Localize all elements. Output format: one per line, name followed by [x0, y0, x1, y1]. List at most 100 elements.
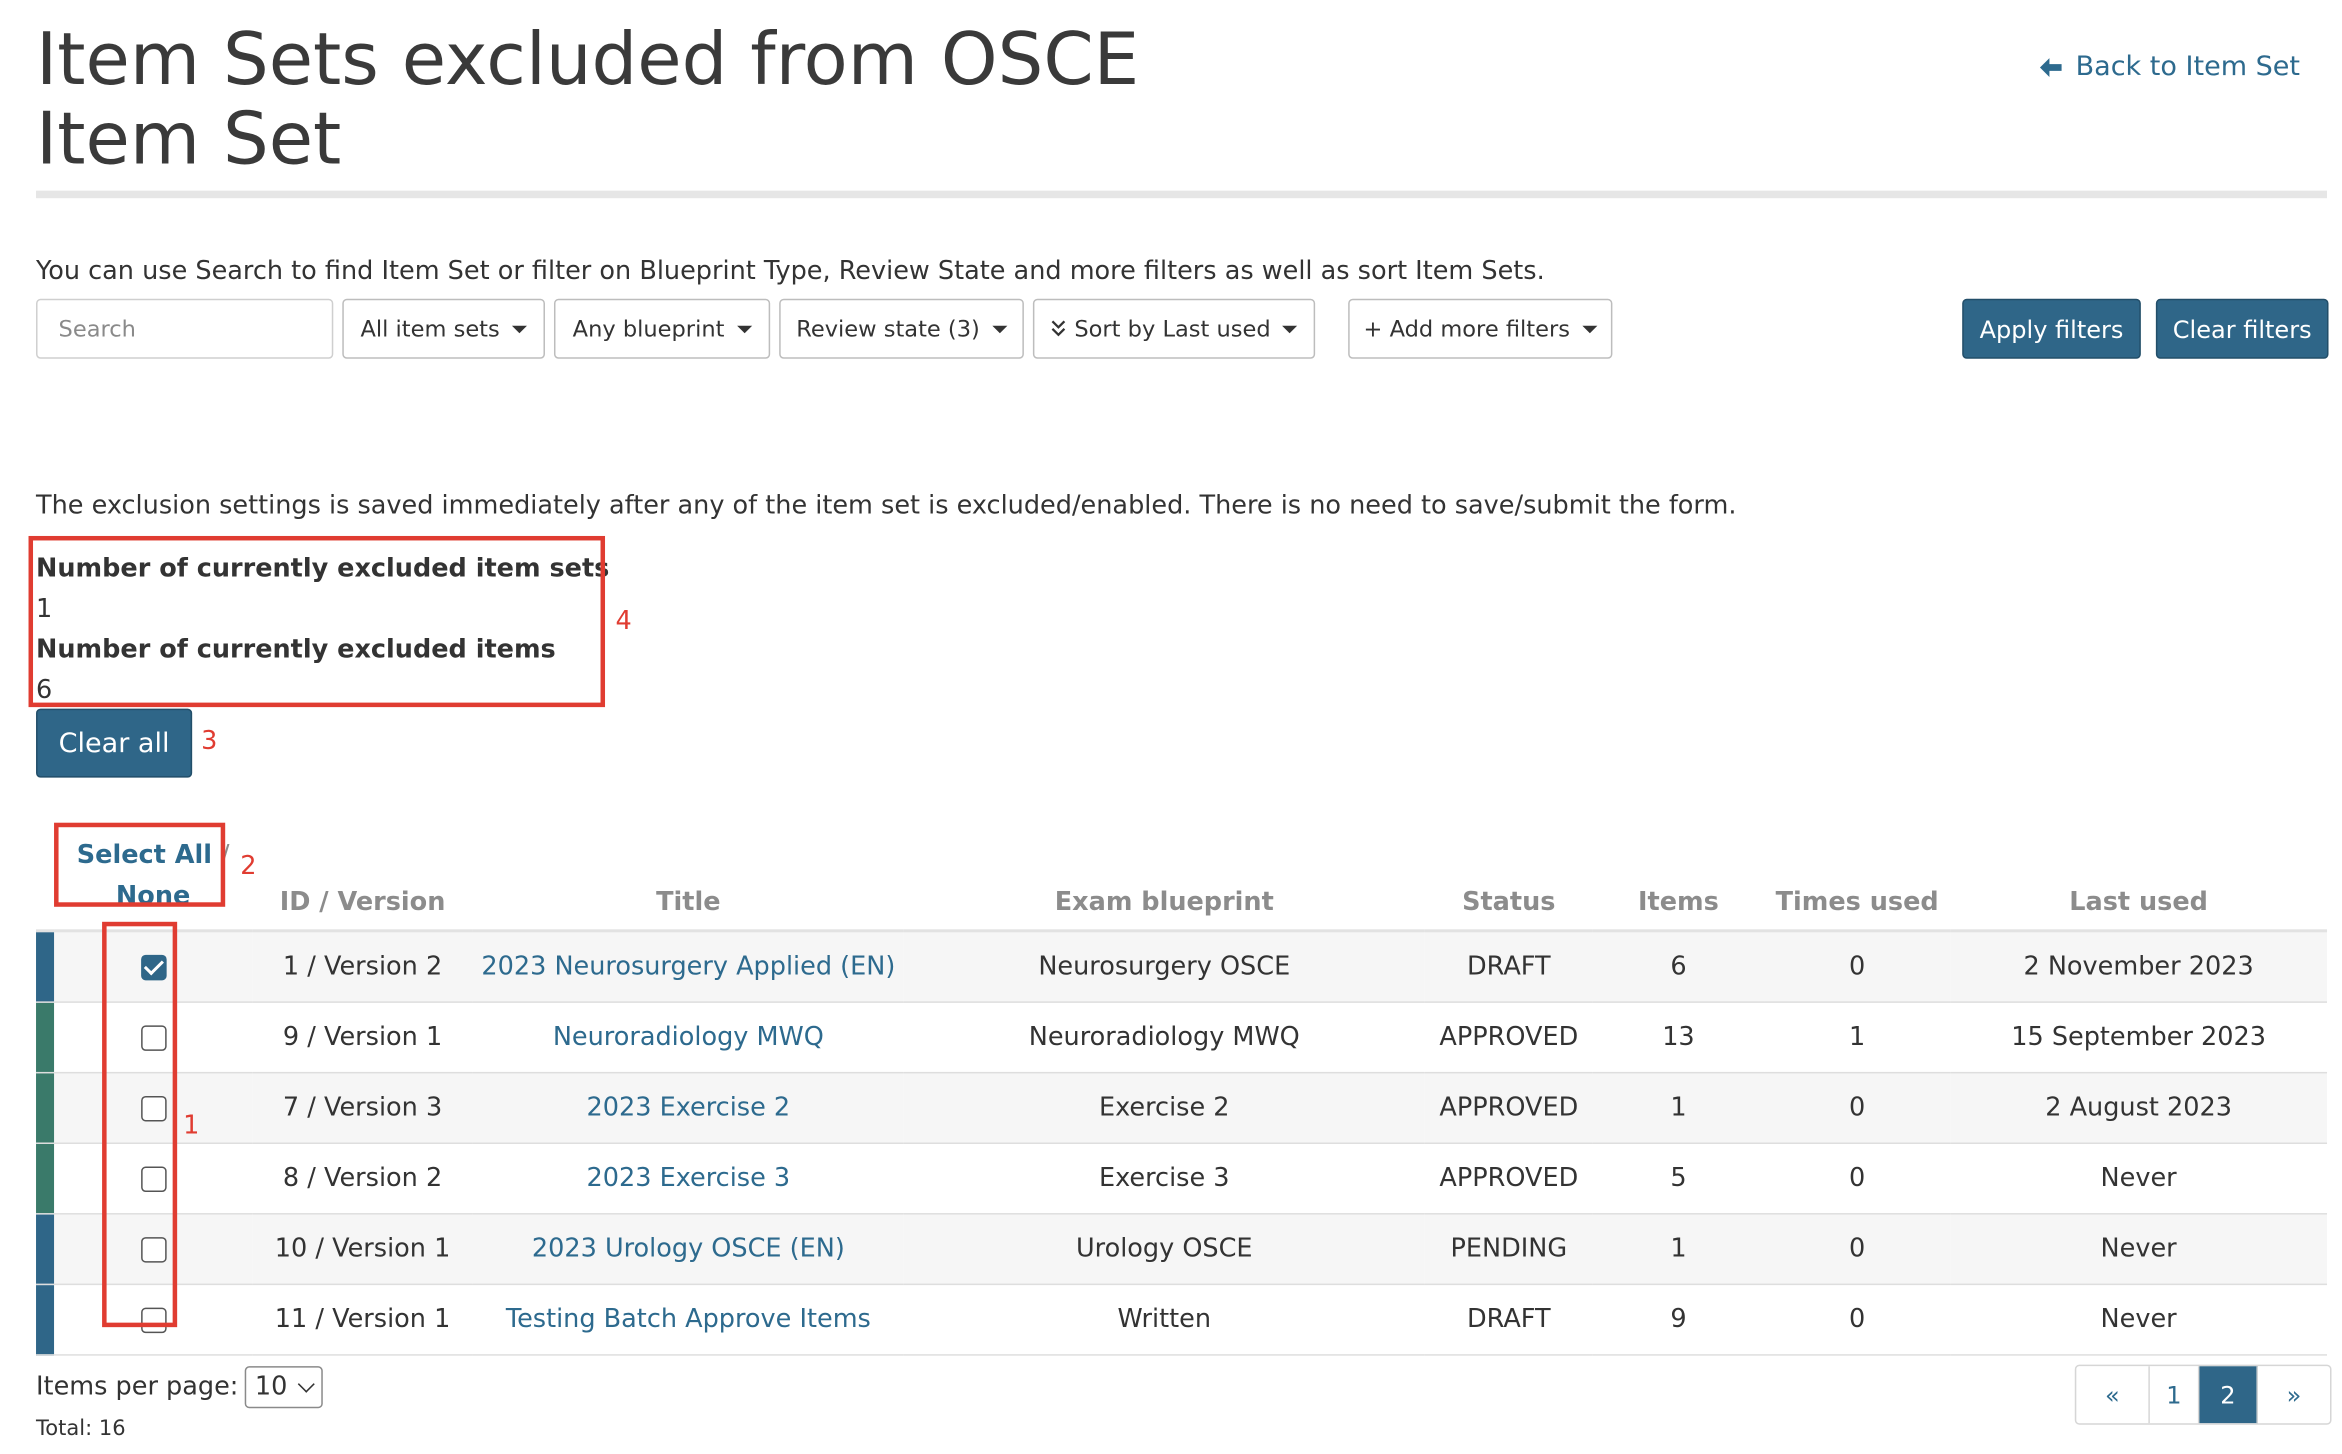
cell-title: 2023 Exercise 3 — [472, 1143, 904, 1215]
cell-times-used: 0 — [1764, 1213, 1951, 1286]
cell-id: 7 / Version 3 — [252, 1072, 473, 1144]
cell-last-used: 15 September 2023 — [1950, 1002, 2328, 1074]
apply-filters-button[interactable]: Apply filters — [1962, 298, 2141, 359]
review-state-filter-label: Review state (3) — [796, 315, 980, 343]
cell-blueprint: Exercise 3 — [903, 1143, 1425, 1215]
cell-status: PENDING — [1424, 1213, 1593, 1286]
back-to-item-set-link[interactable]: Back to Item Set — [2037, 51, 2300, 83]
table-row: 9 / Version 1 Neuroradiology MWQ Neurora… — [36, 1002, 2328, 1074]
autosave-notice: The exclusion settings is saved immediat… — [36, 490, 1737, 521]
page-canvas: Item Sets excluded from OSCE Item Set Ba… — [0, 0, 2342, 1453]
col-status[interactable]: Status — [1424, 819, 1593, 933]
item-set-title-link[interactable]: 2023 Exercise 2 — [587, 1093, 791, 1123]
cell-times-used: 0 — [1764, 1143, 1951, 1215]
table-row: 1 / Version 2 2023 Neurosurgery Applied … — [36, 930, 2328, 1003]
cell-items: 9 — [1592, 1284, 1765, 1356]
annotation-label-1: 1 — [183, 1110, 200, 1141]
annotation-box-1 — [102, 921, 178, 1328]
cell-status: DRAFT — [1424, 930, 1593, 1003]
cell-items: 1 — [1592, 1072, 1765, 1144]
cell-blueprint: Neurosurgery OSCE — [903, 930, 1425, 1003]
item-set-title-link[interactable]: Testing Batch Approve Items — [506, 1305, 871, 1335]
cell-title: 2023 Exercise 2 — [472, 1072, 904, 1144]
pager-next-button[interactable]: » — [2258, 1366, 2330, 1423]
cell-times-used: 0 — [1764, 1072, 1951, 1144]
cell-blueprint: Exercise 2 — [903, 1072, 1425, 1144]
cell-status: APPROVED — [1424, 1143, 1593, 1215]
caret-down-icon — [991, 325, 1007, 333]
cell-title: 2023 Neurosurgery Applied (EN) — [472, 930, 904, 1003]
items-per-page: Items per page: 10 — [36, 1366, 323, 1409]
clear-filters-button[interactable]: Clear filters — [2155, 298, 2329, 359]
total-count: Total: 16 — [36, 1417, 126, 1442]
cell-times-used: 0 — [1764, 1284, 1951, 1356]
search-input[interactable] — [36, 298, 334, 359]
cell-status: APPROVED — [1424, 1002, 1593, 1074]
cell-status: DRAFT — [1424, 1284, 1593, 1356]
cell-id: 1 / Version 2 — [252, 930, 473, 1003]
sort-label: Sort by Last used — [1074, 315, 1271, 343]
cell-id: 11 / Version 1 — [252, 1284, 473, 1356]
sort-dropdown[interactable]: Sort by Last used — [1032, 298, 1316, 359]
caret-down-icon — [1282, 325, 1298, 333]
item-set-title-link[interactable]: 2023 Urology OSCE (EN) — [532, 1234, 845, 1264]
cell-blueprint: Neuroradiology MWQ — [903, 1002, 1425, 1074]
pager-prev-button[interactable]: « — [2076, 1366, 2150, 1424]
annotation-box-2 — [54, 822, 226, 907]
col-last-used[interactable]: Last used — [1950, 819, 2328, 933]
cell-last-used: Never — [1950, 1213, 2328, 1286]
col-times-used[interactable]: Times used — [1764, 819, 1951, 933]
cell-last-used: 2 August 2023 — [1950, 1072, 2328, 1144]
row-stripe — [36, 930, 55, 1003]
item-sets-table: Select All / None ID / Version Title Exam… — [36, 819, 2328, 1356]
blueprint-filter-dropdown[interactable]: Any blueprint — [553, 298, 771, 359]
cell-id: 9 / Version 1 — [252, 1002, 473, 1074]
cell-id: 8 / Version 2 — [252, 1143, 473, 1215]
item-set-title-link[interactable]: 2023 Neurosurgery Applied (EN) — [481, 952, 895, 982]
table-row: 11 / Version 1 Testing Batch Approve Ite… — [36, 1284, 2328, 1356]
col-items[interactable]: Items — [1592, 819, 1765, 933]
annotation-label-3: 3 — [201, 726, 218, 757]
cell-title: Testing Batch Approve Items — [472, 1284, 904, 1356]
items-per-page-select[interactable]: 10 — [244, 1366, 323, 1409]
item-set-title-link[interactable]: Neuroradiology MWQ — [553, 1022, 824, 1052]
cell-times-used: 1 — [1764, 1002, 1951, 1074]
cell-items: 13 — [1592, 1002, 1765, 1074]
items-per-page-value: 10 — [254, 1372, 288, 1403]
review-state-filter-dropdown[interactable]: Review state (3) — [779, 298, 1024, 359]
caret-down-icon — [1581, 325, 1597, 333]
clear-all-button[interactable]: Clear all — [36, 708, 193, 778]
table-row: 8 / Version 2 2023 Exercise 3 Exercise 3… — [36, 1143, 2328, 1215]
pager-page-1[interactable]: 1 — [2150, 1366, 2200, 1424]
cell-last-used: Never — [1950, 1143, 2328, 1215]
item-sets-filter-dropdown[interactable]: All item sets — [342, 298, 545, 359]
row-stripe — [36, 1002, 55, 1074]
annotation-label-2: 2 — [240, 851, 257, 882]
col-exam-blueprint[interactable]: Exam blueprint — [903, 819, 1425, 933]
cell-title: Neuroradiology MWQ — [472, 1002, 904, 1074]
col-title[interactable]: Title — [472, 819, 904, 933]
table-row: 10 / Version 1 2023 Urology OSCE (EN) Ur… — [36, 1213, 2328, 1286]
add-more-filters-label: + Add more filters — [1363, 315, 1570, 343]
stripe-header — [36, 819, 55, 933]
add-more-filters-dropdown[interactable]: + Add more filters — [1348, 298, 1613, 359]
pager-page-2[interactable]: 2 — [2199, 1366, 2258, 1424]
cell-last-used: 2 November 2023 — [1950, 930, 2328, 1003]
cell-times-used: 0 — [1764, 930, 1951, 1003]
row-stripe — [36, 1213, 55, 1286]
cell-title: 2023 Urology OSCE (EN) — [472, 1213, 904, 1286]
caret-down-icon — [736, 325, 752, 333]
filter-intro-text: You can use Search to find Item Set or f… — [36, 256, 1545, 287]
item-sets-filter-label: All item sets — [360, 315, 500, 343]
cell-items: 1 — [1592, 1213, 1765, 1286]
cell-blueprint: Written — [903, 1284, 1425, 1356]
col-id-version[interactable]: ID / Version — [252, 819, 473, 933]
page-title: Item Sets excluded from OSCE Item Set — [36, 18, 1140, 182]
annotation-box-4 — [28, 535, 606, 708]
item-set-title-link[interactable]: 2023 Exercise 3 — [587, 1164, 791, 1194]
back-link-label: Back to Item Set — [2075, 51, 2300, 83]
chevron-down-icon — [297, 1375, 315, 1393]
row-stripe — [36, 1284, 55, 1356]
annotation-label-4: 4 — [615, 606, 632, 637]
cell-last-used: Never — [1950, 1284, 2328, 1356]
